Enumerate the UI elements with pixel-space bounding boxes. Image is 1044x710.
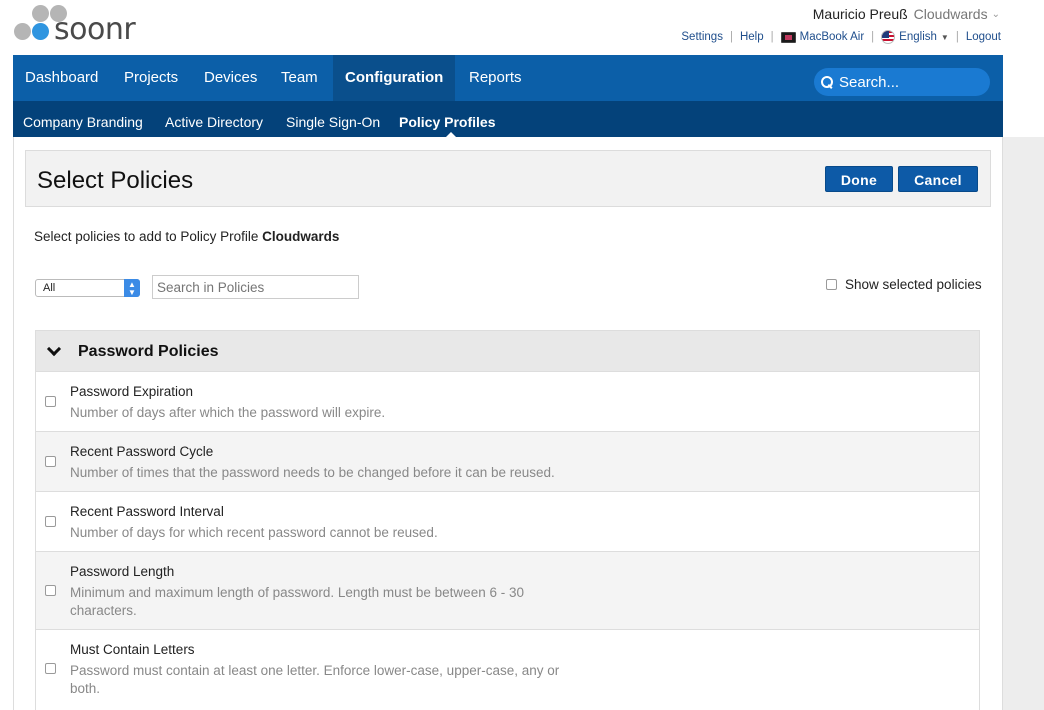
- device-label: MacBook Air: [799, 31, 865, 43]
- tab-devices[interactable]: Devices: [192, 55, 269, 101]
- logo-text: soonr: [54, 12, 136, 47]
- language-label: English: [899, 31, 937, 43]
- help-link[interactable]: Help: [740, 31, 764, 43]
- subtab-active-directory[interactable]: Active Directory: [165, 101, 263, 137]
- account-name: Cloudwards: [913, 6, 988, 22]
- logo-dot-icon: [32, 23, 49, 40]
- divider: |: [871, 31, 875, 43]
- logo-dot-icon: [14, 23, 31, 40]
- policy-group-header[interactable]: Password Policies: [35, 330, 980, 372]
- filter-value: All: [43, 282, 56, 294]
- policy-checkbox[interactable]: [45, 663, 56, 674]
- policy-description: Password must contain at least one lette…: [70, 663, 560, 696]
- policy-checkbox[interactable]: [45, 516, 56, 527]
- policy-checkbox[interactable]: [45, 585, 56, 596]
- policy-description: Number of times that the password needs …: [70, 465, 555, 480]
- policy-row[interactable]: Must Contain Letters Password must conta…: [35, 630, 980, 710]
- policy-checkbox[interactable]: [45, 396, 56, 407]
- main-nav: Dashboard Projects Devices Team Configur…: [13, 55, 1003, 101]
- done-button[interactable]: Done: [825, 166, 893, 192]
- policy-title: Recent Password Interval: [70, 504, 224, 519]
- policy-group-title: Password Policies: [78, 343, 219, 360]
- search-label: Search...: [839, 73, 900, 91]
- show-selected-toggle[interactable]: Show selected policies: [826, 277, 982, 292]
- policy-title: Password Length: [70, 564, 175, 579]
- chevron-down-icon: [46, 341, 62, 357]
- tab-configuration[interactable]: Configuration: [333, 55, 456, 101]
- page-header: Select Policies Done Cancel: [25, 150, 991, 207]
- page-title: Select Policies: [37, 167, 194, 194]
- utility-links: Settings | Help | MacBook Air | English …: [681, 30, 1001, 44]
- cancel-button[interactable]: Cancel: [898, 166, 978, 192]
- search-icon: [820, 75, 834, 89]
- policy-row[interactable]: Recent Password Cycle Number of times th…: [35, 432, 980, 492]
- policy-description: Number of days for which recent password…: [70, 525, 438, 540]
- settings-link[interactable]: Settings: [681, 31, 723, 43]
- subtab-company-branding[interactable]: Company Branding: [23, 101, 143, 137]
- divider: |: [729, 31, 733, 43]
- policy-title: Recent Password Cycle: [70, 444, 214, 459]
- macbook-icon: [780, 31, 796, 43]
- us-flag-icon: [881, 30, 896, 44]
- tab-projects[interactable]: Projects: [112, 55, 190, 101]
- device-link[interactable]: MacBook Air: [780, 31, 865, 43]
- select-arrows-icon: ▲ ▼: [124, 279, 140, 297]
- policy-title: Must Contain Letters: [70, 642, 195, 657]
- policy-description: Number of days after which the password …: [70, 405, 386, 420]
- logout-link[interactable]: Logout: [966, 31, 1001, 43]
- show-selected-checkbox[interactable]: [826, 279, 837, 290]
- tab-reports[interactable]: Reports: [457, 55, 534, 101]
- right-gutter: [1003, 137, 1044, 710]
- policy-row[interactable]: Password Length Minimum and maximum leng…: [35, 552, 980, 630]
- subtab-single-sign-on[interactable]: Single Sign-On: [286, 101, 380, 137]
- account-switcher[interactable]: Cloudwards ⌄: [914, 6, 1000, 22]
- policy-row[interactable]: Recent Password Interval Number of days …: [35, 492, 980, 552]
- chevron-down-icon: ⌄: [991, 8, 1000, 20]
- intro-label: Select policies to add to Policy Profile: [34, 229, 259, 244]
- user-name: Mauricio Preuß: [812, 6, 908, 22]
- logo-dot-icon: [32, 5, 49, 22]
- tab-team[interactable]: Team: [269, 55, 330, 101]
- intro-text: Select policies to add to Policy Profile…: [34, 229, 339, 244]
- divider: |: [955, 31, 959, 43]
- profile-name: Cloudwards: [262, 229, 340, 244]
- policy-search-input[interactable]: [152, 275, 359, 299]
- divider: |: [770, 31, 774, 43]
- global-search[interactable]: Search...: [814, 68, 990, 96]
- tab-dashboard[interactable]: Dashboard: [13, 55, 110, 101]
- policy-title: Password Expiration: [70, 384, 194, 399]
- category-filter-select[interactable]: All ▲ ▼: [35, 279, 140, 297]
- language-selector[interactable]: English ▼: [881, 30, 949, 44]
- soonr-logo[interactable]: soonr: [14, 5, 136, 45]
- policy-checkbox[interactable]: [45, 456, 56, 467]
- sub-nav: Company Branding Active Directory Single…: [13, 101, 1003, 137]
- policy-row[interactable]: Password Expiration Number of days after…: [35, 372, 980, 432]
- user-menu[interactable]: Mauricio Preuß Cloudwards ⌄: [813, 6, 1000, 22]
- chevron-down-icon: ▼: [940, 32, 949, 42]
- policy-description: Minimum and maximum length of password. …: [70, 585, 524, 618]
- show-selected-label: Show selected policies: [845, 277, 982, 292]
